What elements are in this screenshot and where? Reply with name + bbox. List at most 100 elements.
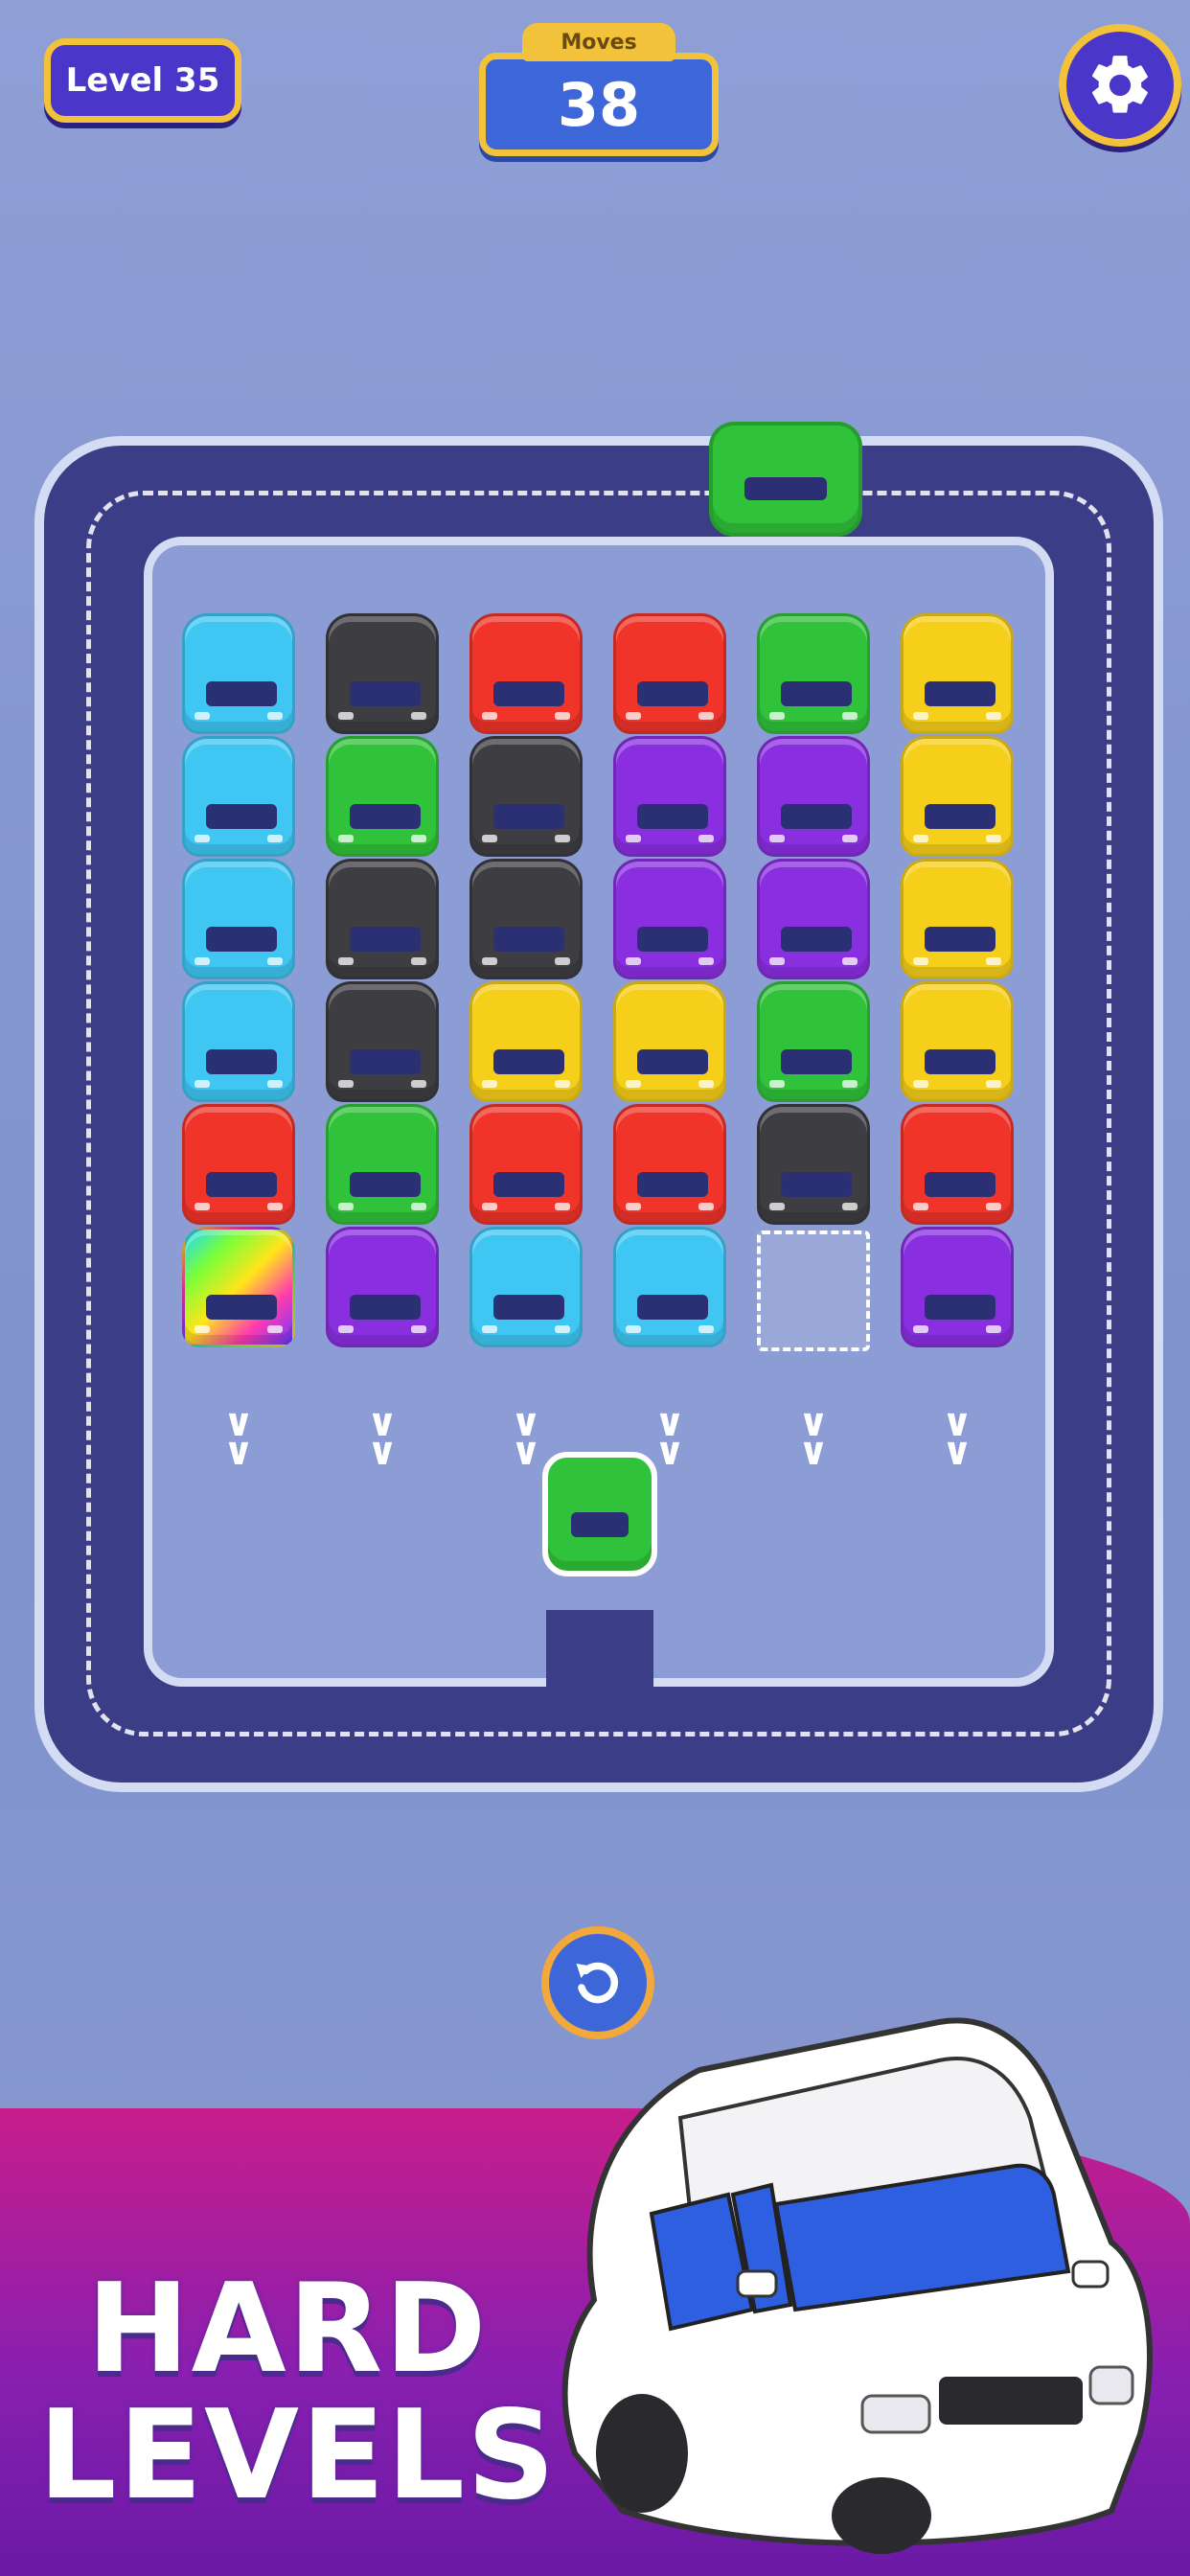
car-black[interactable]	[326, 981, 439, 1102]
car-red[interactable]	[613, 1104, 726, 1225]
chevron-down-icon: ∨ ∨	[366, 1401, 399, 1474]
car-windshield	[925, 1049, 995, 1074]
car-headlight	[411, 957, 426, 965]
promo-line-2: LEVELS	[38, 2384, 558, 2527]
car-windshield	[925, 1172, 995, 1197]
car-windshield	[637, 927, 708, 952]
car-yellow[interactable]	[901, 613, 1014, 734]
car-yellow[interactable]	[469, 981, 583, 1102]
car-headlight	[842, 957, 858, 965]
car-headlight	[338, 957, 354, 965]
car-headlight	[267, 1203, 283, 1210]
car-black[interactable]	[757, 1104, 870, 1225]
car-headlight	[986, 1325, 1001, 1333]
car-headlight	[986, 712, 1001, 720]
car-purple[interactable]	[757, 736, 870, 857]
car-black[interactable]	[326, 859, 439, 979]
car-windshield	[206, 681, 277, 706]
car-rainbow[interactable]	[182, 1227, 295, 1347]
car-headlight	[267, 712, 283, 720]
car-purple[interactable]	[901, 1227, 1014, 1347]
car-headlight	[267, 1080, 283, 1088]
car-headlight	[411, 1325, 426, 1333]
car-headlight	[698, 712, 714, 720]
car-cyan[interactable]	[182, 981, 295, 1102]
car-yellow[interactable]	[901, 859, 1014, 979]
car-windshield	[781, 1172, 852, 1197]
car-cyan[interactable]	[182, 736, 295, 857]
chevron-down-icon: ∨ ∨	[653, 1401, 686, 1474]
car-headlight	[195, 835, 210, 842]
car-headlight	[626, 1203, 641, 1210]
car-headlight	[267, 957, 283, 965]
car-cyan[interactable]	[613, 1227, 726, 1347]
car-windshield	[781, 681, 852, 706]
car-headlight	[626, 1325, 641, 1333]
car-headlight	[769, 1203, 785, 1210]
car-headlight	[482, 712, 497, 720]
car-headlight	[913, 712, 928, 720]
car-headlight	[769, 712, 785, 720]
car-headlight	[842, 1203, 858, 1210]
car-windshield	[744, 476, 827, 501]
car-green[interactable]	[757, 981, 870, 1102]
car-headlight	[626, 957, 641, 965]
car-headlight	[986, 835, 1001, 842]
car-windshield	[637, 681, 708, 706]
car-windshield	[637, 1172, 708, 1197]
car-headlight	[842, 1080, 858, 1088]
car-headlight	[913, 957, 928, 965]
car-black[interactable]	[326, 613, 439, 734]
car-headlight	[698, 957, 714, 965]
car-black[interactable]	[469, 736, 583, 857]
car-cyan[interactable]	[182, 613, 295, 734]
car-headlight	[555, 712, 570, 720]
car-windshield	[570, 1511, 629, 1537]
car-windshield	[206, 1049, 277, 1074]
car-headlight	[338, 835, 354, 842]
car-headlight	[195, 1325, 210, 1333]
car-windshield	[781, 804, 852, 829]
car-windshield	[350, 804, 421, 829]
car-headlight	[338, 712, 354, 720]
car-headlight	[842, 712, 858, 720]
car-headlight	[698, 835, 714, 842]
promo-title: HARD LEVELS	[38, 2258, 558, 2527]
car-windshield	[350, 927, 421, 952]
car-headlight	[482, 1080, 497, 1088]
car-headlight	[555, 1080, 570, 1088]
car-green[interactable]	[326, 1104, 439, 1225]
promo-line-1: HARD	[86, 2258, 489, 2401]
car-headlight	[986, 957, 1001, 965]
car-windshield	[493, 1049, 564, 1074]
car-purple[interactable]	[613, 859, 726, 979]
car-headlight	[195, 712, 210, 720]
car-headlight	[986, 1203, 1001, 1210]
car-red[interactable]	[901, 1104, 1014, 1225]
car-windshield	[925, 927, 995, 952]
car-red[interactable]	[613, 613, 726, 734]
car-yellow[interactable]	[901, 981, 1014, 1102]
car-purple[interactable]	[326, 1227, 439, 1347]
car-headlight	[482, 1203, 497, 1210]
car-green[interactable]	[757, 613, 870, 734]
car-yellow[interactable]	[901, 736, 1014, 857]
car-purple[interactable]	[613, 736, 726, 857]
car-purple[interactable]	[757, 859, 870, 979]
car-red[interactable]	[469, 613, 583, 734]
car-windshield	[493, 681, 564, 706]
car-windshield	[206, 1295, 277, 1320]
car-green[interactable]	[326, 736, 439, 857]
empty-parking-slot	[757, 1230, 870, 1351]
car-yellow[interactable]	[613, 981, 726, 1102]
car-cyan[interactable]	[182, 859, 295, 979]
car-red[interactable]	[469, 1104, 583, 1225]
car-red[interactable]	[182, 1104, 295, 1225]
car-windshield	[206, 1172, 277, 1197]
car-black[interactable]	[469, 859, 583, 979]
car-windshield	[781, 1049, 852, 1074]
car-windshield	[493, 804, 564, 829]
car-headlight	[986, 1080, 1001, 1088]
car-cyan[interactable]	[469, 1227, 583, 1347]
car-headlight	[482, 1325, 497, 1333]
